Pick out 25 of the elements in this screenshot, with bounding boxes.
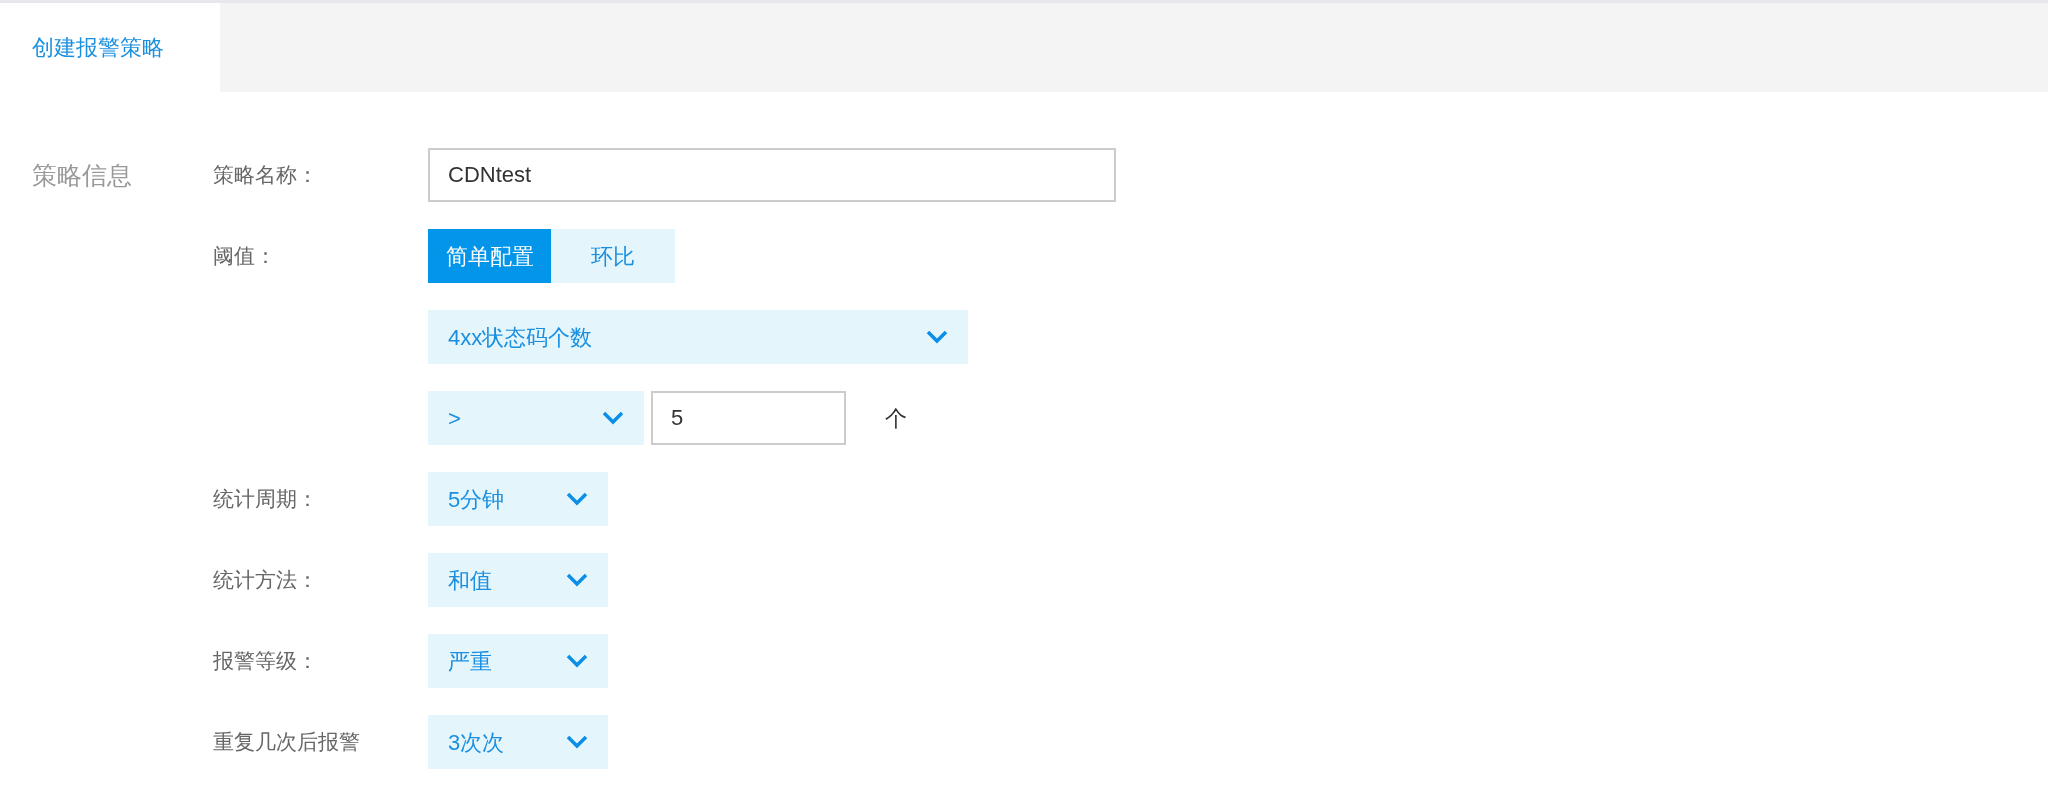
chevron-down-icon [566,573,588,587]
dropdown[interactable]: 严重 [428,634,608,688]
chevron-down-icon [566,735,588,749]
field-label: 阈值： [213,243,277,269]
name-input-field[interactable]: CDNtest [428,148,1116,202]
segment-tab[interactable]: 环比 [551,229,675,283]
chevron-down-icon [926,330,948,344]
dropdown[interactable]: 4xx状态码个数 [428,310,968,364]
dropdown[interactable]: 5分钟 [428,472,608,526]
number-input-field[interactable]: 5 [651,391,846,445]
field-label: 重复几次后报警 [213,729,361,755]
field-label: 统计方法： [213,567,319,593]
field-label: 报警等级： [213,648,319,674]
chevron-down-icon [566,492,588,506]
dropdown[interactable]: 3次次 [428,715,608,769]
field-label: 策略名称： [213,162,319,188]
section-title: 策略信息 [31,160,133,191]
tab[interactable]: 创建报警策略 [0,3,220,92]
segment-tab[interactable]: 简单配置 [428,229,551,283]
dropdown[interactable]: > [428,391,644,445]
field-label: 统计周期： [213,486,319,512]
unit-label: 个 [885,404,907,433]
dropdown[interactable]: 和值 [428,553,608,607]
chevron-down-icon [566,654,588,668]
chevron-down-icon [602,411,624,425]
